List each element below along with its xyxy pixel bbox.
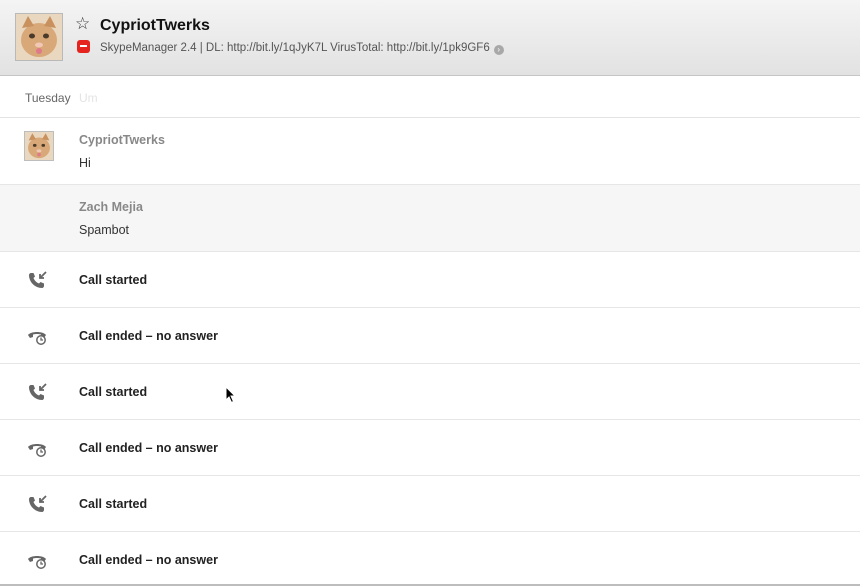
message-item[interactable]: Zach Mejia Spambot [0,185,860,252]
call-ended-icon [28,444,46,457]
mood-text: SkypeManager 2.4 | DL: http://bit.ly/1qJ… [100,42,490,54]
faded-message-text: Um [79,91,98,105]
call-event-row: Call started [0,252,860,308]
call-event-row: Call started [0,476,860,532]
conversation-header: ☆ CypriotTwerks SkypeManager 2.4 | DL: h… [0,0,860,76]
call-event-label: Call started [79,497,148,511]
mood-message: SkypeManager 2.4 | DL: http://bit.ly/1qJ… [100,41,504,55]
status-busy-icon [77,40,90,53]
message-avatar[interactable] [24,131,54,161]
call-event-row: Call ended – no answer [0,308,860,364]
message-item[interactable]: CypriotTwerks Hi [0,118,860,185]
call-event-label: Call started [79,385,148,399]
message-text: Spambot [79,223,130,237]
call-event-label: Call ended – no answer [79,329,218,343]
day-separator: Tuesday Um [0,77,860,118]
call-event-row: Call ended – no answer [0,420,860,476]
day-label: Tuesday [25,91,71,105]
mood-link-arrow-icon[interactable]: › [493,45,504,55]
call-ended-icon [28,332,46,345]
call-incoming-icon [29,383,47,400]
call-event-label: Call started [79,273,148,287]
message-text: Hi [79,156,91,170]
favorite-star-icon[interactable]: ☆ [75,14,90,34]
call-event-row: Call ended – no answer [0,532,860,584]
mouse-cursor-icon [225,386,237,404]
contact-name[interactable]: CypriotTwerks [100,16,210,36]
message-author[interactable]: CypriotTwerks [79,133,165,147]
call-event-row: Call started [0,364,860,420]
message-author[interactable]: Zach Mejia [79,200,143,214]
contact-avatar[interactable] [15,13,63,61]
call-event-label: Call ended – no answer [79,441,218,455]
call-incoming-icon [29,271,47,288]
call-ended-icon [28,556,46,569]
call-event-label: Call ended – no answer [79,553,218,567]
call-incoming-icon [29,495,47,512]
